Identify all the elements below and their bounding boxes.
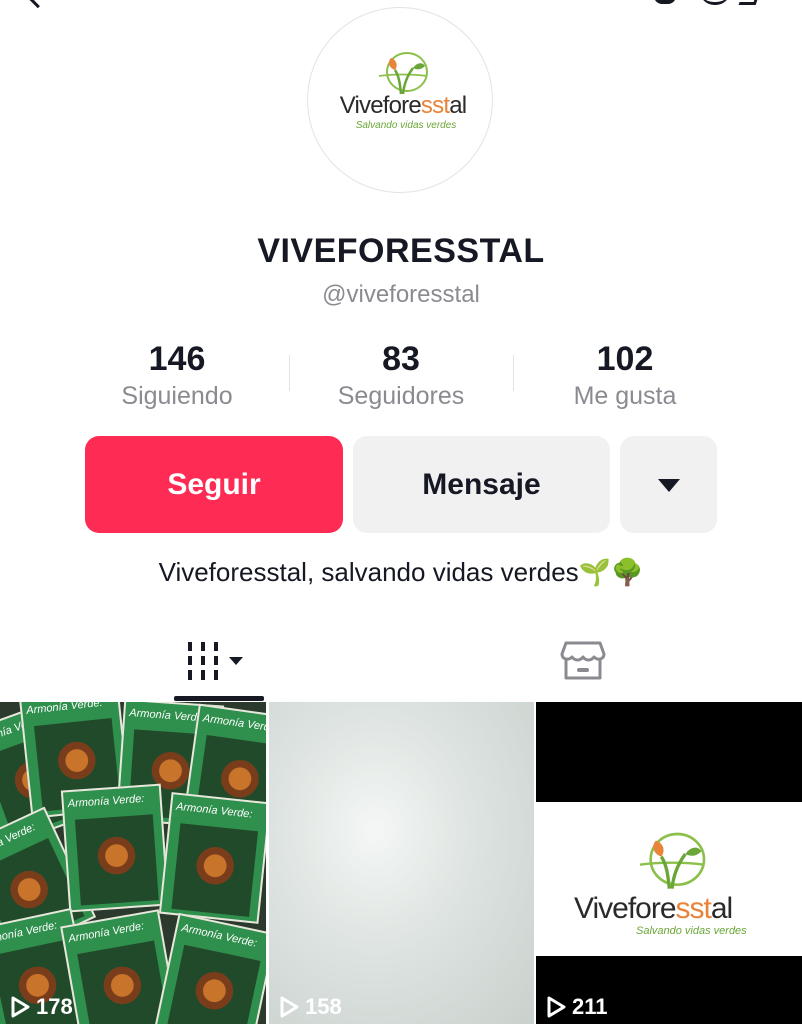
shop-icon — [560, 641, 606, 680]
stat-label: Seguidores — [337, 382, 465, 410]
book-title: Armonía Verde: — [128, 707, 207, 725]
stat-likes[interactable]: 102 Me gusta — [525, 340, 725, 412]
videos-grid-icon — [188, 642, 243, 680]
battery-icon — [738, 0, 763, 5]
profile-bio: Viveforesstal, salvando vidas verdes🌱🌳 — [158, 557, 644, 587]
video-thumbnail[interactable]: Armonía Verde: Armonía Verde: Armonía Ve… — [0, 702, 266, 1024]
logo-tagline: Salvando vidas verdes — [636, 925, 747, 937]
view-count-value: 158 — [305, 994, 342, 1019]
stat-value: 146 — [148, 340, 206, 378]
view-count: 211 — [546, 994, 608, 1020]
logo-word-main: Vivefore — [574, 892, 677, 925]
play-icon — [547, 996, 566, 1018]
more-options-button[interactable] — [620, 436, 717, 533]
caret-down-icon — [657, 478, 680, 492]
sprout-logo-icon — [378, 52, 428, 95]
view-count: 158 — [279, 994, 342, 1020]
view-count-value: 178 — [36, 994, 73, 1019]
logo-word-end: al — [710, 892, 733, 925]
book-cover: Armonía Verde: — [158, 792, 266, 924]
stat-label: Me gusta — [573, 382, 677, 410]
view-count: 178 — [10, 994, 73, 1020]
follow-button[interactable]: Seguir — [85, 436, 343, 533]
logo-word-end: al — [449, 92, 467, 119]
video-thumbnail[interactable]: Viveforesstal Salvando vidas verdes 211 — [536, 702, 802, 1024]
stat-divider — [513, 355, 514, 391]
message-button[interactable]: Mensaje — [353, 436, 610, 533]
stat-followers[interactable]: 83 Seguidores — [301, 340, 501, 412]
book-cover: Armonía Verde: — [60, 783, 170, 913]
book-title: Armonía Verde: — [25, 702, 104, 717]
stat-label: Siguiendo — [121, 382, 233, 410]
status-bar — [0, 0, 802, 9]
sprout-logo-icon — [639, 832, 706, 889]
play-icon — [280, 996, 299, 1018]
stat-value: 83 — [382, 340, 420, 378]
logo-word-accent: sst — [675, 892, 712, 925]
display-name: VIVEFORESSTAL — [257, 232, 545, 270]
tab-videos[interactable] — [150, 620, 290, 702]
book-cover: Armonía Verde: — [153, 912, 266, 1024]
logo-card: Viveforesstal Salvando vidas verdes — [536, 802, 802, 956]
logo-word-main: Vivefore — [339, 92, 422, 119]
view-count-value: 211 — [572, 994, 608, 1019]
tab-shop[interactable] — [513, 620, 653, 702]
signal-icon — [654, 0, 676, 4]
play-icon — [11, 996, 30, 1018]
book-title: Armonía Verde: — [175, 800, 254, 821]
book-title: Armonía Verde: — [202, 712, 266, 735]
username[interactable]: @viveforesstal — [0, 281, 802, 309]
stat-following[interactable]: 146 Siguiendo — [77, 340, 277, 412]
book-title: Armonía Verde: — [67, 792, 145, 811]
wifi-icon — [700, 0, 730, 5]
stat-value: 102 — [596, 340, 654, 378]
logo-wordmark: Viveforesstal — [574, 892, 733, 926]
stat-divider — [289, 355, 290, 391]
selected-tab-indicator — [174, 696, 264, 701]
logo-wordmark: Viveforesstal — [328, 92, 478, 120]
book-title: Armonía Verde: — [67, 920, 146, 946]
video-thumbnail[interactable]: 158 — [269, 702, 534, 1024]
logo-word-accent: sst — [420, 92, 450, 119]
status-left-fragment — [25, 0, 52, 9]
logo-tagline: Salvando vidas verdes — [355, 120, 457, 131]
